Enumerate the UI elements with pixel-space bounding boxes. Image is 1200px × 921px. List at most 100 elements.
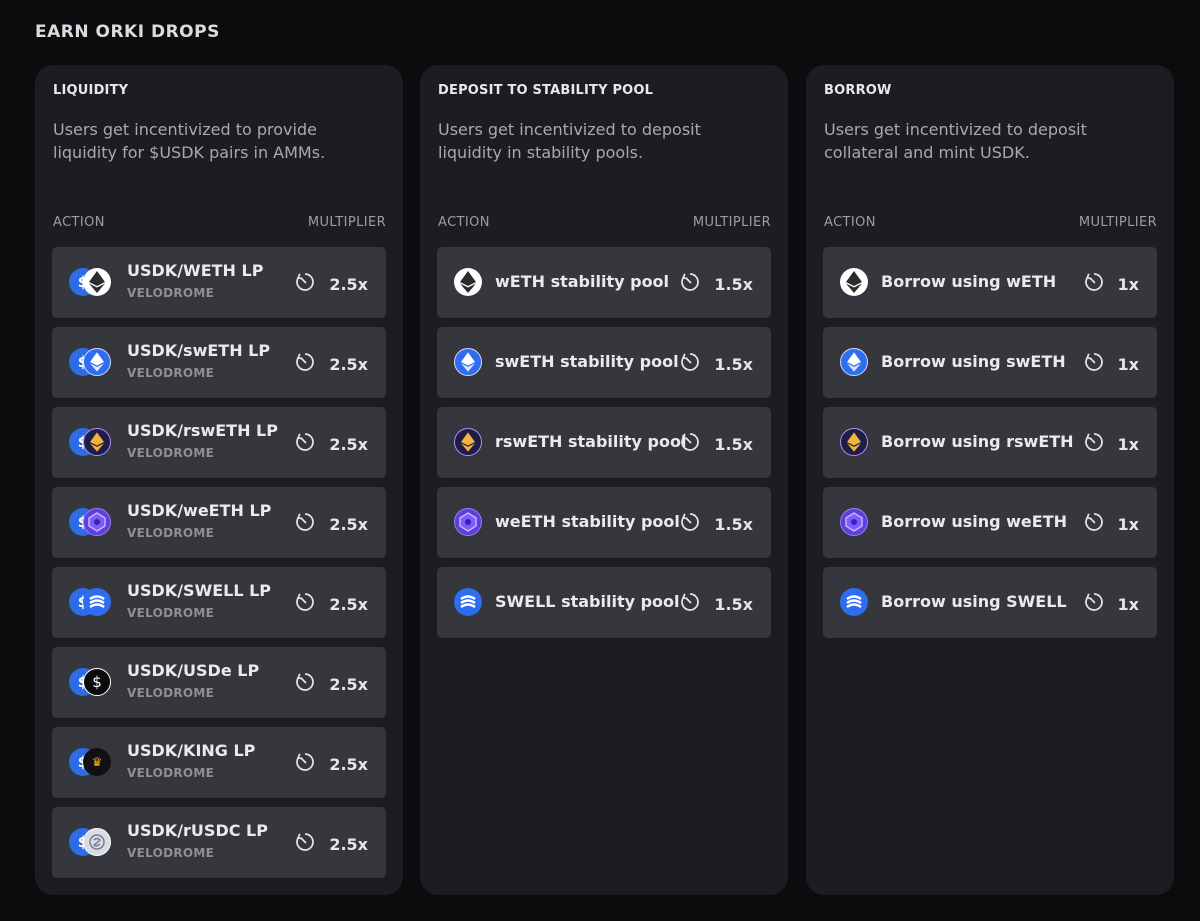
action-row[interactable]: $USDK/rUSDC LPVELODROME2.5x xyxy=(52,807,386,878)
weeth-icon xyxy=(83,508,111,536)
action-row[interactable]: SWELL stability pool 1.5x xyxy=(437,567,771,638)
action-row[interactable]: swETH stability pool 1.5x xyxy=(437,327,771,398)
multiplier-value: 1.5x xyxy=(714,354,753,374)
multiplier-column-label: MULTIPLIER xyxy=(692,215,771,230)
timer-icon xyxy=(295,592,315,616)
action-row[interactable]: rswETH stability pool 1.5x xyxy=(437,407,771,478)
multiplier-value: 2.5x xyxy=(329,594,368,614)
multiplier: 1x xyxy=(1084,592,1139,616)
multiplier-value: 1x xyxy=(1117,354,1139,374)
timer-icon xyxy=(1084,432,1104,456)
action-name: USDK/WETH LP xyxy=(127,261,264,280)
action-label-group: swETH stability pool xyxy=(495,352,679,371)
multiplier: 2.5x xyxy=(295,512,368,536)
page-title: EARN ORKI DROPS xyxy=(35,22,220,42)
action-row[interactable]: Borrow using swETH 1x xyxy=(823,327,1157,398)
action-list: Borrow using wETH 1x Borrow using swETH 1x B… xyxy=(823,247,1157,647)
action-label-group: rswETH stability pool xyxy=(495,432,686,451)
swell-icon xyxy=(83,588,111,616)
sweth-icon xyxy=(83,348,111,376)
column-header: ACTION MULTIPLIER xyxy=(53,215,386,230)
action-label-group: USDK/swETH LP VELODROME xyxy=(127,341,270,380)
multiplier: 1x xyxy=(1084,272,1139,296)
timer-icon xyxy=(295,272,315,296)
action-list: $USDK/WETH LPVELODROME2.5x$USDK/swETH LP… xyxy=(52,247,386,887)
multiplier-column-label: MULTIPLIER xyxy=(1078,215,1157,230)
multiplier-value: 2.5x xyxy=(329,674,368,694)
action-name: USDK/rswETH LP xyxy=(127,421,278,440)
action-label-group: USDK/rUSDC LP VELODROME xyxy=(127,821,268,860)
multiplier-value: 2.5x xyxy=(329,514,368,534)
action-column-label: ACTION xyxy=(438,215,490,230)
action-label-group: USDK/SWELL LP VELODROME xyxy=(127,581,271,620)
action-row[interactable]: $$USDK/USDe LPVELODROME2.5x xyxy=(52,647,386,718)
multiplier: 2.5x xyxy=(295,752,368,776)
action-row[interactable]: $USDK/SWELL LPVELODROME2.5x xyxy=(52,567,386,638)
action-row[interactable]: Borrow using weETH 1x xyxy=(823,487,1157,558)
timer-icon xyxy=(1084,592,1104,616)
multiplier: 2.5x xyxy=(295,272,368,296)
action-name: USDK/KING LP xyxy=(127,741,256,760)
stability-pool-card: DEPOSIT TO STABILITY POOL Users get incen… xyxy=(420,65,788,895)
timer-icon xyxy=(1084,272,1104,296)
king-icon: ♛ xyxy=(83,748,111,776)
action-row[interactable]: Borrow using wETH 1x xyxy=(823,247,1157,318)
action-label-group: Borrow using rswETH xyxy=(881,432,1074,451)
usde-icon: $ xyxy=(83,668,111,696)
protocol-name: VELODROME xyxy=(127,286,215,300)
timer-icon xyxy=(295,672,315,696)
action-name: USDK/weETH LP xyxy=(127,501,272,520)
action-row[interactable]: $♛USDK/KING LPVELODROME2.5x xyxy=(52,727,386,798)
swell-icon xyxy=(840,588,868,616)
action-row[interactable]: wETH stability pool 1.5x xyxy=(437,247,771,318)
timer-icon xyxy=(680,512,700,536)
multiplier-value: 2.5x xyxy=(329,354,368,374)
action-name: wETH stability pool xyxy=(495,272,670,291)
action-name: Borrow using swETH xyxy=(881,352,1066,371)
action-row[interactable]: $USDK/WETH LPVELODROME2.5x xyxy=(52,247,386,318)
card-description: Users get incentivized to deposit collat… xyxy=(824,120,1087,162)
action-row[interactable]: Borrow using SWELL 1x xyxy=(823,567,1157,638)
action-name: swETH stability pool xyxy=(495,352,679,371)
action-list: wETH stability pool 1.5x swETH stability p… xyxy=(437,247,771,647)
action-row[interactable]: $USDK/rswETH LPVELODROME2.5x xyxy=(52,407,386,478)
multiplier: 1x xyxy=(1084,352,1139,376)
weth-icon xyxy=(840,268,868,296)
multiplier: 1.5x xyxy=(680,352,753,376)
action-row[interactable]: Borrow using rswETH 1x xyxy=(823,407,1157,478)
multiplier: 2.5x xyxy=(295,832,368,856)
timer-icon xyxy=(1084,352,1104,376)
action-name: SWELL stability pool xyxy=(495,592,680,611)
card-title: BORROW xyxy=(824,83,892,98)
action-name: USDK/swETH LP xyxy=(127,341,271,360)
action-label-group: weETH stability pool xyxy=(495,512,680,531)
action-name: USDK/rUSDC LP xyxy=(127,821,268,840)
borrow-card: BORROW Users get incentivized to deposit … xyxy=(806,65,1174,895)
card-title: LIQUIDITY xyxy=(53,83,129,98)
action-label-group: Borrow using weETH xyxy=(881,512,1067,531)
action-row[interactable]: weETH stability pool 1.5x xyxy=(437,487,771,558)
multiplier-value: 2.5x xyxy=(329,834,368,854)
timer-icon xyxy=(1084,512,1104,536)
multiplier: 1.5x xyxy=(680,512,753,536)
action-row[interactable]: $USDK/swETH LPVELODROME2.5x xyxy=(52,327,386,398)
multiplier-value: 1.5x xyxy=(714,514,753,534)
action-label-group: SWELL stability pool xyxy=(495,592,680,611)
multiplier-value: 1x xyxy=(1117,274,1139,294)
action-label-group: wETH stability pool xyxy=(495,272,669,291)
column-header: ACTION MULTIPLIER xyxy=(824,215,1157,230)
timer-icon xyxy=(680,432,700,456)
action-label-group: USDK/WETH LP VELODROME xyxy=(127,261,263,300)
rsweth-icon xyxy=(840,428,868,456)
multiplier-value: 2.5x xyxy=(329,434,368,454)
action-label-group: USDK/KING LP VELODROME xyxy=(127,741,255,780)
multiplier: 2.5x xyxy=(295,592,368,616)
multiplier: 2.5x xyxy=(295,352,368,376)
action-label-group: USDK/USDe LP VELODROME xyxy=(127,661,259,700)
timer-icon xyxy=(295,432,315,456)
column-header: ACTION MULTIPLIER xyxy=(438,215,771,230)
action-row[interactable]: $USDK/weETH LPVELODROME2.5x xyxy=(52,487,386,558)
multiplier-value: 1.5x xyxy=(714,594,753,614)
action-label-group: Borrow using SWELL xyxy=(881,592,1067,611)
protocol-name: VELODROME xyxy=(127,526,215,540)
